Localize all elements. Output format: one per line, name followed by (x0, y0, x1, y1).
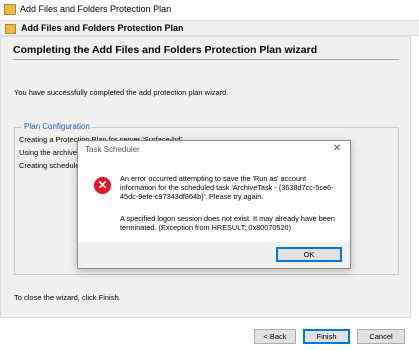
close-instruction: To close the wizard, click Finish. (14, 293, 121, 302)
finish-button[interactable]: Finish (303, 329, 350, 344)
folder-icon (4, 4, 16, 15)
error-message: An error occurred attempting to save the… (120, 174, 334, 201)
title-bar: Add Files and Folders Protection Plan (0, 0, 419, 20)
error-icon: ✕ (94, 177, 111, 194)
error-dialog: Task Scheduler ✕ ✕ An error occurred att… (77, 140, 351, 269)
window-title: Add Files and Folders Protection Plan (20, 4, 172, 14)
wizard-header: Add Files and Folders Protection Plan (0, 20, 419, 36)
group-title: Plan Configuration (22, 122, 92, 131)
error-detail: A specified logon session does not exist… (120, 214, 335, 232)
ok-button[interactable]: OK (276, 247, 342, 262)
close-icon[interactable]: ✕ (330, 143, 344, 155)
divider (13, 59, 399, 60)
dialog-footer: OK (78, 242, 350, 268)
success-message: You have successfully completed the add … (14, 88, 229, 97)
config-line: Using the archive (19, 148, 77, 157)
dialog-title: Task Scheduler (85, 145, 140, 154)
cancel-button[interactable]: Cancel (357, 329, 405, 344)
config-line: Creating schedule (19, 161, 80, 170)
folder-icon (5, 24, 16, 34)
window-edge (411, 36, 419, 318)
back-button[interactable]: < Back (254, 329, 296, 344)
wizard-title: Completing the Add Files and Folders Pro… (13, 44, 318, 56)
header-title: Add Files and Folders Protection Plan (21, 23, 184, 33)
